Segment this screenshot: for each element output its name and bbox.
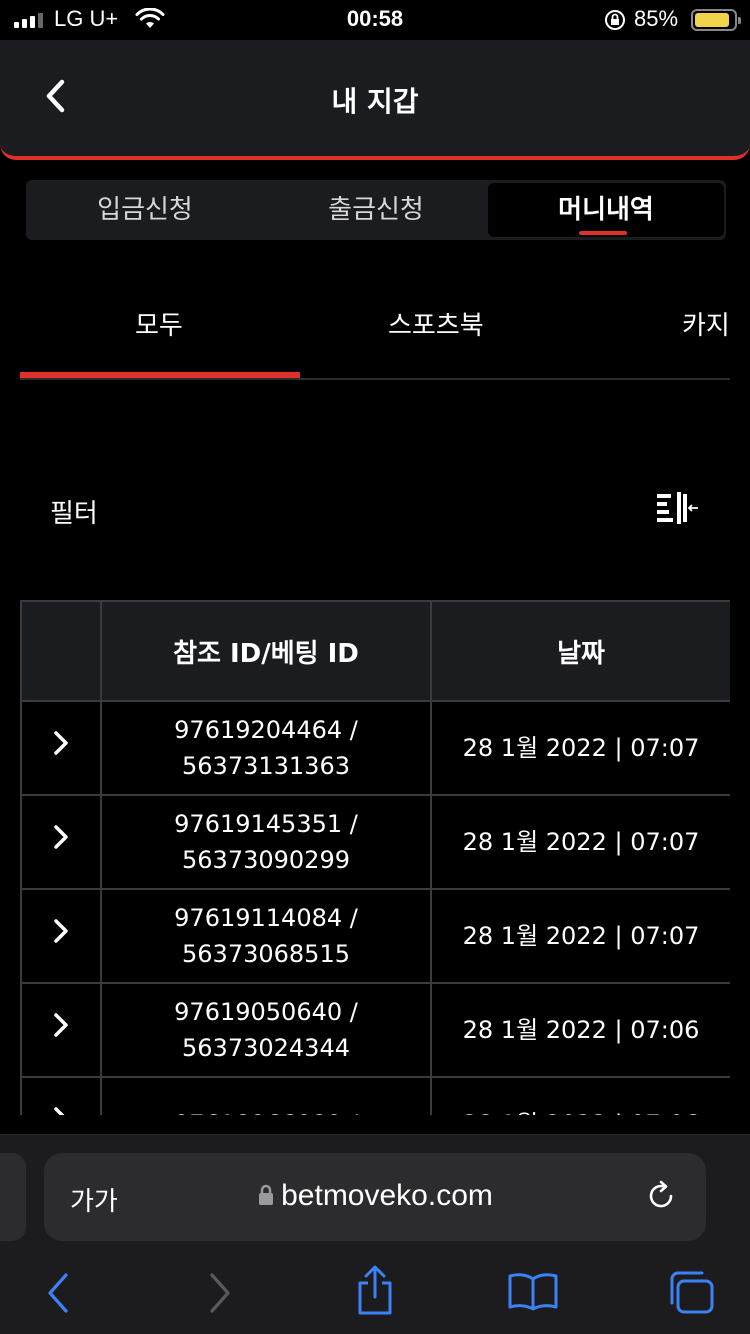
- expand-cell[interactable]: [20, 794, 102, 890]
- expand-cell[interactable]: [20, 982, 102, 1078]
- address-bar[interactable]: 가가 betmoveko.com: [44, 1153, 706, 1241]
- status-bar: LG U+ 00:58 85%: [0, 0, 750, 40]
- ref-id: 97619050640 /: [174, 998, 358, 1026]
- category-tab-all[interactable]: 모두: [135, 305, 183, 342]
- filter-toggle-icon[interactable]: [655, 490, 701, 528]
- category-divider: [20, 378, 730, 380]
- header-date: 날짜: [430, 600, 730, 702]
- expand-cell[interactable]: [20, 1076, 102, 1115]
- url-text: betmoveko.com: [44, 1179, 706, 1213]
- previous-tab-pill[interactable]: [0, 1153, 26, 1241]
- battery-icon: [691, 9, 741, 31]
- wallet-segment-tabs: 입금신청 출금신청 머니내역: [26, 180, 726, 240]
- tab-withdraw-request[interactable]: 출금신청: [257, 180, 495, 240]
- bookmarks-icon[interactable]: [507, 1271, 559, 1311]
- ref-bet-id-cell: 97618966089 /: [100, 1076, 432, 1115]
- date-cell: 28 1월 2022 | 07:07: [430, 888, 730, 984]
- table-row[interactable]: 97619145351 / 56373090299 28 1월 2022 | 07…: [20, 794, 730, 890]
- history-table: 참조 ID/베팅 ID 날짜 97619204464 / 56373131363 …: [20, 600, 730, 1115]
- browser-back-icon[interactable]: [44, 1273, 72, 1313]
- url-label: betmoveko.com: [281, 1179, 493, 1212]
- chevron-right-icon: [54, 731, 68, 755]
- table-row[interactable]: 97619050640 / 56373024344 28 1월 2022 | 07…: [20, 982, 730, 1078]
- reload-icon[interactable]: [644, 1179, 678, 1213]
- category-tab-casino[interactable]: 카지: [682, 305, 730, 342]
- ref-id: 97619114084 /: [174, 904, 358, 932]
- chevron-right-icon: [54, 1107, 65, 1115]
- date-cell: 28 1월 2022 | 07:06: [430, 982, 730, 1078]
- page-title: 내 지갑: [331, 85, 419, 118]
- battery-percent: 85%: [634, 6, 679, 31]
- table-row[interactable]: 97619114084 / 56373068515 28 1월 2022 | 07…: [20, 888, 730, 984]
- tab-deposit-request[interactable]: 입금신청: [26, 180, 264, 240]
- ref-bet-id-cell: 97619145351 / 56373090299: [100, 794, 432, 890]
- chevron-right-icon: [54, 1013, 68, 1037]
- ref-bet-id-cell: 97619114084 / 56373068515: [100, 888, 432, 984]
- filter-label: 필터: [50, 499, 98, 529]
- tab-money-history-label: 머니내역: [558, 195, 654, 225]
- lock-icon: [259, 1184, 274, 1205]
- chevron-right-icon: [54, 825, 68, 849]
- date-cell: 28 1월 2022 | 07:06: [430, 1076, 730, 1115]
- share-icon[interactable]: [354, 1265, 396, 1317]
- tab-money-history[interactable]: 머니내역: [488, 183, 724, 237]
- table-header-row: 참조 ID/베팅 ID 날짜: [20, 600, 730, 702]
- ref-id: 97618966089 /: [102, 1106, 430, 1115]
- ref-bet-id-cell: 97619050640 / 56373024344: [100, 982, 432, 1078]
- tabs-icon[interactable]: [666, 1269, 716, 1315]
- history-table-container: 참조 ID/베팅 ID 날짜 97619204464 / 56373131363 …: [20, 600, 730, 1115]
- table-row[interactable]: 97618966089 / 28 1월 2022 | 07:06: [20, 1076, 730, 1115]
- chevron-right-icon: [54, 919, 68, 943]
- category-active-indicator: [20, 372, 300, 378]
- ref-id: 97619145351 /: [174, 810, 358, 838]
- header-ref-bet-id: 참조 ID/베팅 ID: [100, 600, 432, 702]
- active-tab-indicator: [579, 231, 627, 235]
- bet-id: 56373090299: [182, 846, 350, 874]
- expand-cell[interactable]: [20, 888, 102, 984]
- ref-bet-id-cell: 97619204464 / 56373131363: [100, 700, 432, 796]
- rotation-lock-icon: [605, 10, 625, 30]
- ref-id: 97619204464 /: [174, 716, 358, 744]
- browser-forward-icon[interactable]: [206, 1273, 234, 1313]
- table-row[interactable]: 97619204464 / 56373131363 28 1월 2022 | 07…: [20, 700, 730, 796]
- bet-id: 56373068515: [182, 940, 350, 968]
- date-cell: 28 1월 2022 | 07:07: [430, 700, 730, 796]
- bet-id: 56373024344: [182, 1034, 350, 1062]
- app-header: 내 지갑: [0, 40, 750, 160]
- bet-id: 56373131363: [182, 752, 350, 780]
- date-cell: 28 1월 2022 | 07:07: [430, 794, 730, 890]
- category-tab-sportsbook[interactable]: 스포츠북: [388, 305, 484, 342]
- expand-cell[interactable]: [20, 700, 102, 796]
- header-expand: [20, 600, 102, 702]
- browser-toolbar: 가가 betmoveko.com: [0, 1134, 750, 1334]
